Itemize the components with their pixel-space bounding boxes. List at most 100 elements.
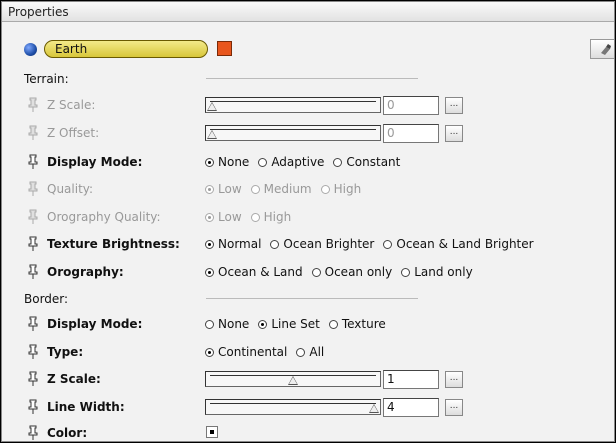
radio-button[interactable]: [328, 319, 338, 329]
radio-button[interactable]: [311, 267, 321, 277]
radio-label: Texture: [341, 317, 386, 331]
radio-option[interactable]: Constant: [333, 155, 400, 169]
border-divider: [206, 298, 418, 299]
radio-option[interactable]: Ocean & Land Brighter: [383, 237, 534, 251]
terrain-z-offset-input[interactable]: 0: [383, 124, 439, 143]
radio-option[interactable]: None: [205, 317, 249, 331]
radio-button[interactable]: [205, 184, 214, 194]
radio-option[interactable]: None: [205, 155, 249, 169]
border-z-scale-slider[interactable]: [205, 371, 381, 387]
radio-label: Line Set: [271, 317, 320, 331]
radio-button[interactable]: [270, 239, 280, 249]
terrain-z-offset-more-button[interactable]: ...: [445, 125, 463, 142]
terrain-z-scale-input[interactable]: 0: [383, 96, 439, 115]
radio-button[interactable]: [258, 319, 268, 329]
terrain-z-scale-more-button[interactable]: ...: [445, 97, 463, 114]
border-line-width-more-button[interactable]: ...: [445, 399, 463, 416]
radio-label: Ocean Brighter: [283, 237, 375, 251]
pin-icon[interactable]: [28, 125, 38, 141]
border-color-label: Color:: [47, 426, 88, 440]
border-section-label: Border:: [24, 292, 69, 306]
radio-button[interactable]: [258, 157, 268, 167]
border-color-button[interactable]: [206, 426, 218, 438]
radio-button[interactable]: [250, 184, 260, 194]
pin-icon[interactable]: [28, 264, 38, 280]
border-color-row: Color:: [2, 423, 614, 441]
pin-icon[interactable]: [28, 97, 38, 113]
border-z-scale-more-button[interactable]: ...: [445, 371, 463, 388]
pin-icon[interactable]: [28, 236, 38, 252]
radio-button[interactable]: [333, 157, 343, 167]
radio-label: Constant: [346, 155, 401, 169]
radio-button[interactable]: [205, 212, 214, 222]
pin-icon[interactable]: [28, 154, 38, 170]
paint-brush-icon: [601, 44, 611, 55]
radio-option[interactable]: Low: [205, 210, 242, 224]
pin-icon[interactable]: [28, 316, 38, 332]
radio-option[interactable]: Ocean & Land: [205, 265, 303, 279]
radio-option[interactable]: Land only: [401, 265, 473, 279]
window-title: Properties: [2, 2, 614, 22]
border-line-width-input[interactable]: 4: [383, 398, 439, 417]
terrain-z-scale-row: Z Scale: 0 ...: [2, 95, 614, 117]
radio-option[interactable]: Ocean only: [311, 265, 393, 279]
edit-button[interactable]: [590, 39, 614, 59]
terrain-z-scale-slider[interactable]: [205, 97, 381, 113]
radio-label: Low: [218, 182, 242, 196]
radio-option[interactable]: Medium: [250, 182, 312, 196]
slider-thumb[interactable]: [288, 376, 298, 385]
pin-icon[interactable]: [28, 209, 38, 225]
border-z-scale-input[interactable]: 1: [383, 370, 439, 389]
radio-option[interactable]: Low: [205, 182, 242, 196]
radio-option[interactable]: Line Set: [258, 317, 320, 331]
slider-thumb[interactable]: [369, 404, 379, 413]
border-line-width-slider[interactable]: [205, 399, 381, 415]
pin-icon[interactable]: [28, 425, 38, 441]
object-name-field[interactable]: Earth: [44, 40, 208, 58]
radio-button[interactable]: [401, 267, 411, 277]
slider-thumb[interactable]: [207, 130, 217, 139]
terrain-orography-label: Orography:: [47, 265, 124, 279]
radio-label: Ocean only: [324, 265, 393, 279]
pin-icon[interactable]: [28, 344, 38, 360]
radio-option[interactable]: Normal: [205, 237, 261, 251]
radio-button[interactable]: [383, 239, 393, 249]
radio-label: Land only: [414, 265, 473, 279]
terrain-z-offset-slider[interactable]: [205, 125, 381, 141]
radio-option[interactable]: Adaptive: [258, 155, 324, 169]
radio-option[interactable]: Continental: [205, 345, 287, 359]
object-color-swatch[interactable]: [217, 41, 232, 56]
terrain-texture-brightness-label: Texture Brightness:: [47, 237, 180, 251]
pin-icon[interactable]: [28, 371, 38, 387]
border-line-width-row: Line Width: 4 ...: [2, 397, 614, 419]
radio-option[interactable]: High: [320, 182, 362, 196]
radio-button[interactable]: [205, 157, 214, 167]
radio-button[interactable]: [250, 212, 260, 222]
radio-option[interactable]: All: [296, 345, 324, 359]
border-type-label: Type:: [47, 345, 84, 359]
radio-label: High: [263, 210, 292, 224]
radio-label: High: [333, 182, 362, 196]
radio-option[interactable]: Texture: [328, 317, 386, 331]
radio-option[interactable]: Ocean Brighter: [270, 237, 374, 251]
radio-button[interactable]: [205, 239, 214, 249]
terrain-display-mode-row: Display Mode: None Adaptive Constant: [2, 152, 614, 174]
pin-icon[interactable]: [28, 399, 38, 415]
slider-thumb[interactable]: [207, 102, 217, 111]
radio-button[interactable]: [205, 319, 214, 329]
terrain-texture-brightness-radios: Normal Ocean Brighter Ocean & Land Brighte…: [205, 237, 543, 252]
radio-label: Continental: [218, 345, 288, 359]
radio-button[interactable]: [205, 347, 214, 357]
terrain-section-label: Terrain:: [24, 72, 69, 86]
terrain-quality-radios: Low Medium High: [205, 182, 370, 197]
pin-icon[interactable]: [28, 181, 38, 197]
border-type-radios: Continental All: [205, 345, 333, 360]
radio-label: Normal: [218, 237, 262, 251]
border-z-scale-label: Z Scale:: [47, 372, 101, 386]
terrain-divider: [206, 78, 418, 79]
radio-button[interactable]: [320, 184, 330, 194]
radio-option[interactable]: High: [250, 210, 292, 224]
radio-label: None: [218, 155, 250, 169]
radio-button[interactable]: [296, 347, 306, 357]
radio-button[interactable]: [205, 267, 214, 277]
